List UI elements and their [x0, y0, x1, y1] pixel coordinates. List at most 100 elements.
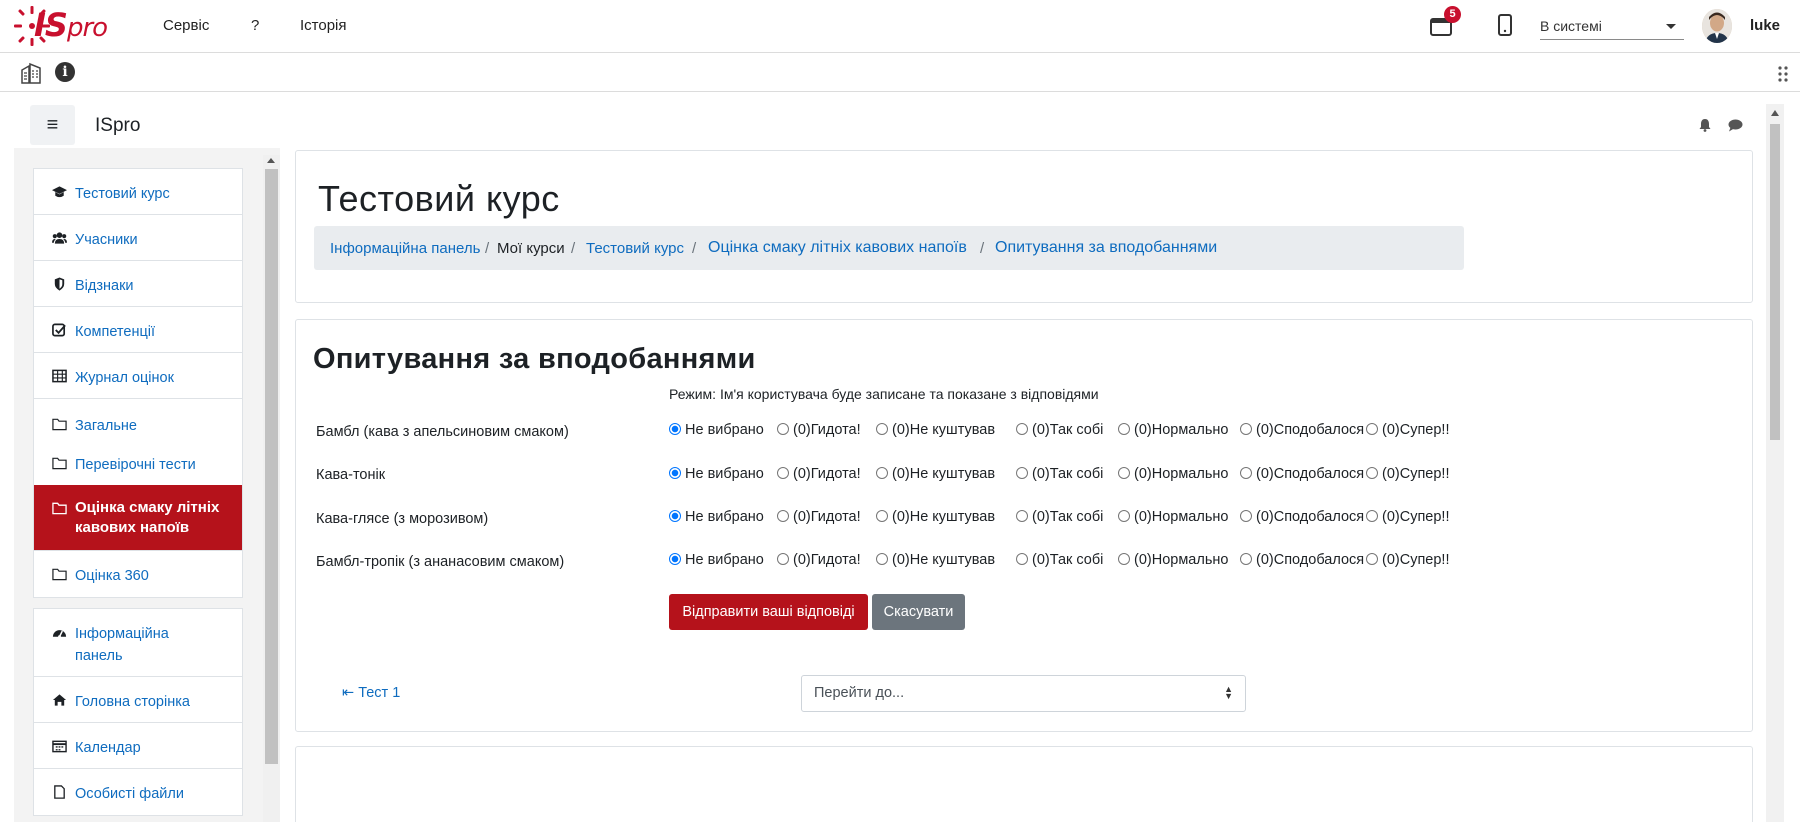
breadcrumb-activity[interactable]: Опитування за вподобаннями: [995, 239, 1217, 257]
radio-button[interactable]: [1240, 510, 1252, 522]
radio-button[interactable]: [669, 510, 681, 522]
option-normal[interactable]: (0)Нормально: [1118, 466, 1228, 482]
option-none[interactable]: Не вибрано: [669, 509, 764, 525]
menu-item-service[interactable]: Сервіс: [163, 17, 209, 34]
apps-grid-icon[interactable]: [1777, 65, 1789, 83]
jump-to-select[interactable]: Перейти до... ▲ ▼: [801, 675, 1246, 712]
option-normal[interactable]: (0)Нормально: [1118, 552, 1228, 568]
radio-button[interactable]: [1366, 467, 1378, 479]
radio-button[interactable]: [1366, 510, 1378, 522]
info-icon[interactable]: i: [55, 62, 75, 82]
nav-item-general[interactable]: Загальне: [34, 399, 242, 442]
option-super[interactable]: (0)Супер!!: [1366, 466, 1450, 482]
option-yuck[interactable]: (0)Гидота!: [777, 552, 861, 568]
option-so-so[interactable]: (0)Так собі: [1016, 466, 1103, 482]
nav-item-quizzes[interactable]: Перевірочні тести: [34, 442, 242, 485]
chevron-down-icon: [1666, 24, 1676, 29]
option-none[interactable]: Не вибрано: [669, 466, 764, 482]
nav-item-files[interactable]: Особисті файли: [34, 769, 242, 815]
nav-item-badges[interactable]: Відзнаки: [34, 261, 242, 307]
option-liked[interactable]: (0)Сподобалося: [1240, 509, 1364, 525]
option-so-so[interactable]: (0)Так собі: [1016, 552, 1103, 568]
option-normal[interactable]: (0)Нормально: [1118, 422, 1228, 438]
drawer-scrollbar-thumb[interactable]: [265, 169, 278, 764]
option-not-tried[interactable]: (0)Не куштував: [876, 422, 995, 438]
option-normal[interactable]: (0)Нормально: [1118, 509, 1228, 525]
nav-item-participants[interactable]: Учасники: [34, 215, 242, 261]
page-scrollbar[interactable]: [1766, 104, 1784, 822]
option-none[interactable]: Не вибрано: [669, 552, 764, 568]
option-so-so[interactable]: (0)Так собі: [1016, 509, 1103, 525]
option-yuck[interactable]: (0)Гидота!: [777, 422, 861, 438]
nav-item-competencies[interactable]: Компетенції: [34, 307, 242, 353]
radio-button[interactable]: [1118, 467, 1130, 479]
menu-item-history[interactable]: Історія: [300, 17, 347, 34]
calendar-icon: [52, 740, 67, 753]
radio-button[interactable]: [1240, 553, 1252, 565]
username[interactable]: luke: [1750, 17, 1780, 34]
cancel-button[interactable]: Скасувати: [872, 594, 965, 630]
radio-button[interactable]: [1016, 553, 1028, 565]
radio-button[interactable]: [1118, 423, 1130, 435]
radio-button[interactable]: [876, 553, 888, 565]
nav-item-course[interactable]: Тестовий курс: [34, 169, 242, 215]
radio-button[interactable]: [669, 467, 681, 479]
radio-button[interactable]: [1016, 423, 1028, 435]
option-super[interactable]: (0)Супер!!: [1366, 509, 1450, 525]
bell-icon[interactable]: [1698, 118, 1712, 132]
radio-button[interactable]: [777, 510, 789, 522]
option-super[interactable]: (0)Супер!!: [1366, 422, 1450, 438]
option-super[interactable]: (0)Супер!!: [1366, 552, 1450, 568]
radio-button[interactable]: [1240, 467, 1252, 479]
nav-item-dashboard[interactable]: Інформаційна панель: [34, 609, 242, 677]
breadcrumb-course[interactable]: Тестовий курс: [586, 240, 684, 257]
nav-item-home[interactable]: Головна сторінка: [34, 677, 242, 723]
nav-item-calendar[interactable]: Календар: [34, 723, 242, 769]
radio-button[interactable]: [1016, 467, 1028, 479]
breadcrumb-dashboard[interactable]: Інформаційна панель: [330, 240, 480, 257]
radio-button[interactable]: [777, 553, 789, 565]
radio-button[interactable]: [1118, 510, 1130, 522]
option-yuck[interactable]: (0)Гидота!: [777, 509, 861, 525]
status-select[interactable]: В системі: [1540, 14, 1684, 40]
option-not-tried[interactable]: (0)Не куштував: [876, 509, 995, 525]
drawer-scrollbar[interactable]: [263, 155, 280, 822]
radio-button[interactable]: [1366, 553, 1378, 565]
option-liked[interactable]: (0)Сподобалося: [1240, 466, 1364, 482]
option-yuck[interactable]: (0)Гидота!: [777, 466, 861, 482]
option-not-tried[interactable]: (0)Не куштував: [876, 466, 995, 482]
page-scrollbar-thumb[interactable]: [1770, 124, 1780, 440]
radio-button[interactable]: [876, 510, 888, 522]
prev-activity-link[interactable]: ⇤ Тест 1: [342, 685, 400, 701]
option-liked[interactable]: (0)Сподобалося: [1240, 422, 1364, 438]
scroll-up-icon[interactable]: [1771, 110, 1779, 116]
phone-icon[interactable]: [1498, 14, 1512, 36]
drawer-toggle-button[interactable]: ≡: [30, 105, 75, 145]
submit-button[interactable]: Відправити ваші відповіді: [669, 594, 868, 630]
breadcrumb-section[interactable]: Оцінка смаку літніх кавових напоїв: [708, 239, 967, 257]
option-none[interactable]: Не вибрано: [669, 422, 764, 438]
nav-item-coffee-rating[interactable]: Оцінка смаку літніх кавових напоїв: [34, 485, 242, 551]
nav-item-360[interactable]: Оцінка 360: [34, 551, 242, 597]
option-not-tried[interactable]: (0)Не куштував: [876, 552, 995, 568]
option-liked[interactable]: (0)Сподобалося: [1240, 552, 1364, 568]
site-name[interactable]: ISpro: [95, 115, 140, 137]
menu-item-help[interactable]: ?: [251, 17, 259, 34]
nav-item-grades[interactable]: Журнал оцінок: [34, 353, 242, 399]
radio-button[interactable]: [1016, 510, 1028, 522]
radio-button[interactable]: [669, 423, 681, 435]
radio-button[interactable]: [876, 423, 888, 435]
radio-button[interactable]: [1366, 423, 1378, 435]
nav-label: Загальне: [75, 418, 137, 434]
radio-button[interactable]: [1118, 553, 1130, 565]
scroll-up-icon[interactable]: [267, 158, 275, 163]
radio-button[interactable]: [669, 553, 681, 565]
building-icon[interactable]: [20, 62, 42, 84]
avatar[interactable]: [1702, 9, 1732, 43]
radio-button[interactable]: [876, 467, 888, 479]
option-so-so[interactable]: (0)Так собі: [1016, 422, 1103, 438]
chat-icon[interactable]: [1728, 119, 1743, 132]
radio-button[interactable]: [1240, 423, 1252, 435]
radio-button[interactable]: [777, 423, 789, 435]
radio-button[interactable]: [777, 467, 789, 479]
